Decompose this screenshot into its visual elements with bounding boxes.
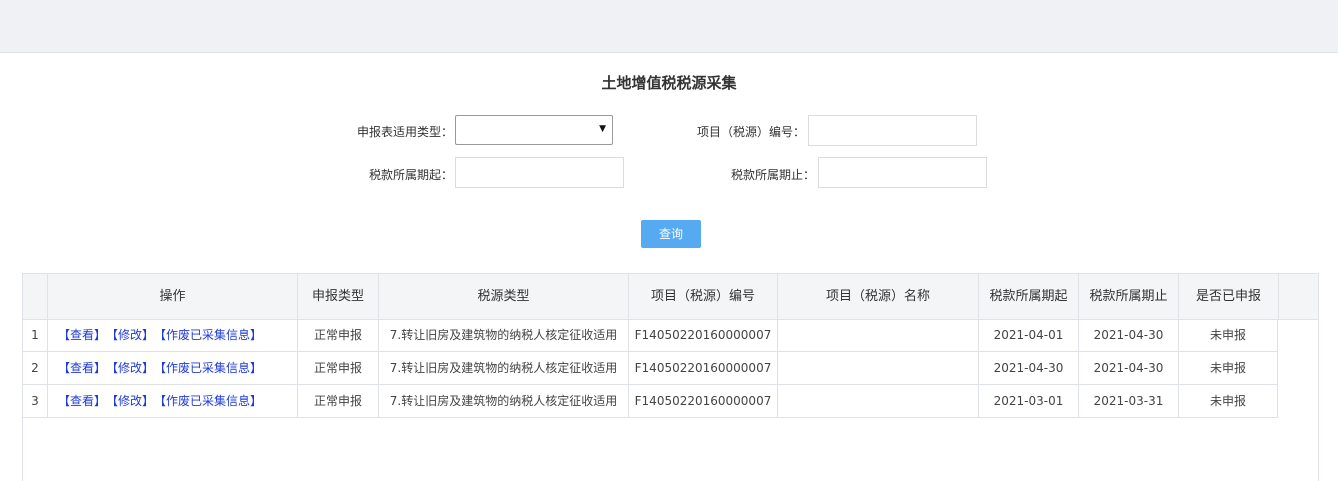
void-link[interactable]: 【作废已采集信息】 — [160, 394, 262, 408]
period-end-cell: 2021-04-30 — [1079, 352, 1179, 384]
project-no-cell: F14050220160000007 — [629, 352, 778, 384]
declared-cell: 未申报 — [1179, 319, 1278, 351]
project-no-input[interactable] — [808, 115, 977, 146]
table-row: 1 【查看】 【修改】 【作废已采集信息】 正常申报 7.转让旧房及建筑物的纳税人核… — [23, 319, 1278, 352]
edit-link[interactable]: 【修改】 — [112, 361, 154, 375]
edit-link[interactable]: 【修改】 — [112, 328, 154, 342]
table-header: 操作 申报类型 税源类型 项目（税源）编号 项目（税源）名称 税款所属期起 税款… — [23, 274, 1318, 320]
data-table: 操作 申报类型 税源类型 项目（税源）编号 项目（税源）名称 税款所属期起 税款… — [22, 273, 1319, 481]
decl-type-cell: 正常申报 — [298, 385, 379, 417]
header-actions: 操作 — [48, 274, 298, 319]
table-row: 2 【查看】 【修改】 【作废已采集信息】 正常申报 7.转让旧房及建筑物的纳税人核… — [23, 352, 1278, 385]
header-project-name: 项目（税源）名称 — [778, 274, 979, 319]
period-end-label: 税款所属期止： — [730, 168, 815, 182]
header-rownum — [23, 274, 48, 319]
row-actions: 【查看】 【修改】 【作废已采集信息】 — [48, 319, 298, 351]
table-row: 3 【查看】 【修改】 【作废已采集信息】 正常申报 7.转让旧房及建筑物的纳税人核… — [23, 385, 1278, 418]
table-type-select[interactable]: ▼ — [455, 115, 613, 145]
decl-type-cell: 正常申报 — [298, 352, 379, 384]
source-type-cell: 7.转让旧房及建筑物的纳税人核定征收适用 — [379, 319, 629, 351]
project-no-cell: F14050220160000007 — [629, 319, 778, 351]
project-name-cell — [778, 385, 979, 417]
period-start-cell: 2021-04-30 — [979, 352, 1079, 384]
caret-down-icon: ▼ — [599, 124, 606, 134]
period-start-cell: 2021-03-01 — [979, 385, 1079, 417]
top-bar — [0, 0, 1338, 53]
header-project-no: 项目（税源）编号 — [629, 274, 778, 319]
period-start-label: 税款所属期起： — [368, 168, 453, 182]
header-period-start: 税款所属期起 — [979, 274, 1079, 319]
project-no-cell: F14050220160000007 — [629, 385, 778, 417]
page-title: 土地增值税税源采集 — [601, 74, 737, 92]
declared-cell: 未申报 — [1179, 385, 1278, 417]
view-link[interactable]: 【查看】 — [58, 394, 106, 408]
query-button[interactable]: 查询 — [641, 220, 701, 248]
period-end-input[interactable] — [818, 157, 987, 188]
header-declared: 是否已申报 — [1179, 274, 1279, 319]
project-no-label: 项目（税源）编号： — [696, 125, 805, 139]
decl-type-cell: 正常申报 — [298, 319, 379, 351]
header-period-end: 税款所属期止 — [1079, 274, 1179, 319]
row-number: 2 — [23, 352, 48, 384]
project-name-cell — [778, 319, 979, 351]
view-link[interactable]: 【查看】 — [58, 361, 106, 375]
edit-link[interactable]: 【修改】 — [112, 394, 154, 408]
period-start-cell: 2021-04-01 — [979, 319, 1079, 351]
void-link[interactable]: 【作废已采集信息】 — [160, 328, 262, 342]
row-actions: 【查看】 【修改】 【作废已采集信息】 — [48, 385, 298, 417]
source-type-cell: 7.转让旧房及建筑物的纳税人核定征收适用 — [379, 352, 629, 384]
header-source-type: 税源类型 — [379, 274, 629, 319]
declared-cell: 未申报 — [1179, 352, 1278, 384]
row-number: 1 — [23, 319, 48, 351]
header-decl-type: 申报类型 — [298, 274, 379, 319]
void-link[interactable]: 【作废已采集信息】 — [160, 361, 262, 375]
table-type-label: 申报表适用类型： — [356, 125, 453, 139]
row-number: 3 — [23, 385, 48, 417]
period-end-cell: 2021-04-30 — [1079, 319, 1179, 351]
period-start-input[interactable] — [455, 157, 624, 188]
project-name-cell — [778, 352, 979, 384]
source-type-cell: 7.转让旧房及建筑物的纳税人核定征收适用 — [379, 385, 629, 417]
period-end-cell: 2021-03-31 — [1079, 385, 1179, 417]
view-link[interactable]: 【查看】 — [58, 328, 106, 342]
row-actions: 【查看】 【修改】 【作废已采集信息】 — [48, 352, 298, 384]
